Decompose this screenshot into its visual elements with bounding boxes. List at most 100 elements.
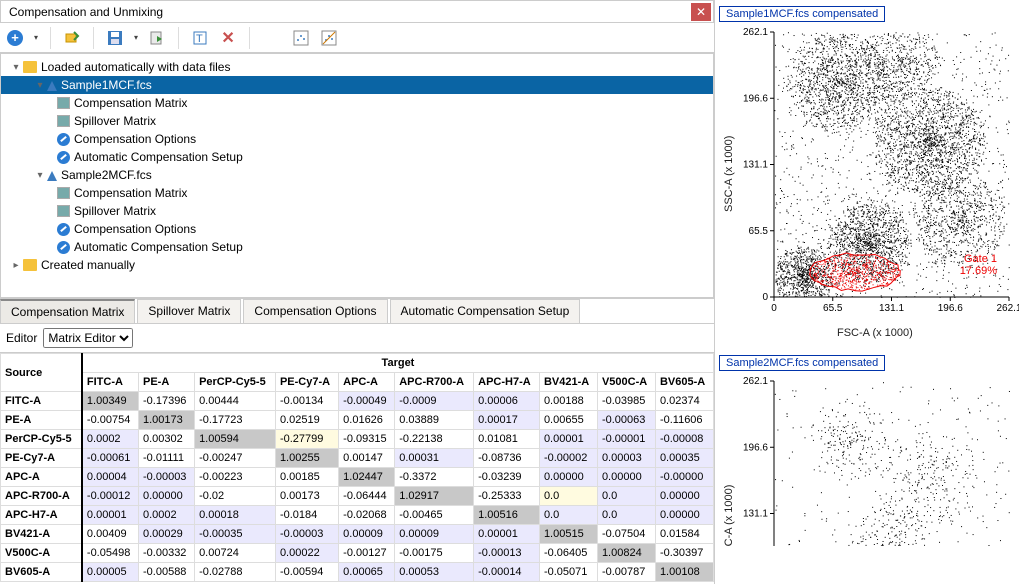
matrix-cell[interactable]: 0.00017 [474, 411, 540, 430]
matrix-cell[interactable]: 0.00065 [339, 563, 395, 582]
row-header[interactable]: BV421-A [1, 525, 82, 544]
row-header[interactable]: APC-H7-A [1, 506, 82, 525]
matrix-cell[interactable]: -0.06405 [539, 544, 597, 563]
row-header[interactable]: PE-A [1, 411, 82, 430]
matrix-cell[interactable]: 1.00824 [597, 544, 655, 563]
matrix-cell[interactable]: -0.00332 [139, 544, 195, 563]
matrix-cell[interactable]: 1.00255 [275, 449, 338, 468]
matrix-cell[interactable]: -0.00014 [474, 563, 540, 582]
matrix-cell[interactable]: 1.02917 [395, 487, 474, 506]
matrix-cell[interactable]: 0.00444 [195, 392, 276, 411]
matrix-cell[interactable]: 0.00000 [597, 468, 655, 487]
matrix-cell[interactable]: -0.09315 [339, 430, 395, 449]
matrix-cell[interactable]: 0.00000 [139, 487, 195, 506]
tree-sample2-options[interactable]: Compensation Options [1, 220, 713, 238]
col-header[interactable]: PE-A [139, 373, 195, 392]
tab-spillover-matrix[interactable]: Spillover Matrix [137, 299, 241, 323]
delete-button[interactable]: ✕ [219, 29, 237, 47]
col-header[interactable]: APC-H7-A [474, 373, 540, 392]
matrix-cell[interactable]: -0.00594 [275, 563, 338, 582]
matrix-cell[interactable]: -0.00175 [395, 544, 474, 563]
tree-sample2-spillover[interactable]: Spillover Matrix [1, 202, 713, 220]
matrix-cell[interactable]: 1.00108 [655, 563, 713, 582]
matrix-cell[interactable]: -0.02 [195, 487, 276, 506]
matrix-cell[interactable]: 0.02374 [655, 392, 713, 411]
matrix-cell[interactable]: 0.0 [539, 506, 597, 525]
tree-sample1-spillover[interactable]: Spillover Matrix [1, 112, 713, 130]
matrix-cell[interactable]: 0.0 [597, 506, 655, 525]
matrix-cell[interactable]: -0.00127 [339, 544, 395, 563]
matrix-cell[interactable]: 0.00173 [275, 487, 338, 506]
matrix-cell[interactable]: -0.03239 [474, 468, 540, 487]
matrix-cell[interactable]: 0.00001 [82, 506, 139, 525]
col-header[interactable]: APC-R700-A [395, 373, 474, 392]
matrix-cell[interactable]: -0.0009 [395, 392, 474, 411]
matrix-cell[interactable]: -0.0184 [275, 506, 338, 525]
matrix-cell[interactable]: 0.00724 [195, 544, 276, 563]
row-header[interactable]: FITC-A [1, 392, 82, 411]
matrix-cell[interactable]: -0.00134 [275, 392, 338, 411]
matrix-cell[interactable]: 0.00302 [139, 430, 195, 449]
matrix-cell[interactable]: 0.0 [597, 487, 655, 506]
row-header[interactable]: BV605-A [1, 563, 82, 582]
rename-button[interactable]: T [191, 29, 209, 47]
matrix-cell[interactable]: -0.00000 [655, 468, 713, 487]
matrix-cell[interactable]: 0.00001 [474, 525, 540, 544]
col-header[interactable]: BV421-A [539, 373, 597, 392]
matrix-cell[interactable]: 0.02519 [275, 411, 338, 430]
matrix-cell[interactable]: -0.02788 [195, 563, 276, 582]
matrix-cell[interactable]: 0.00053 [395, 563, 474, 582]
matrix-cell[interactable]: 0.0002 [82, 430, 139, 449]
matrix-cell[interactable]: 0.00009 [339, 525, 395, 544]
editor-select[interactable]: Matrix Editor [43, 328, 133, 348]
matrix-cell[interactable]: 1.00516 [474, 506, 540, 525]
save-dropdown-icon[interactable]: ▾ [134, 33, 138, 42]
row-header[interactable]: V500C-A [1, 544, 82, 563]
tree-sample1-options[interactable]: Compensation Options [1, 130, 713, 148]
matrix-cell[interactable]: -0.17396 [139, 392, 195, 411]
plot1[interactable]: 0065.565.5131.1131.1196.6196.6262.1262.1… [719, 22, 1019, 337]
matrix-cell[interactable]: 1.00173 [139, 411, 195, 430]
matrix-cell[interactable]: 0.00409 [82, 525, 139, 544]
add-button[interactable]: + [6, 29, 24, 47]
matrix-cell[interactable]: 0.0002 [139, 506, 195, 525]
close-button[interactable]: ✕ [691, 3, 711, 21]
matrix-cell[interactable]: -0.00001 [597, 430, 655, 449]
tree-sample2-compmatrix[interactable]: Compensation Matrix [1, 184, 713, 202]
tab-auto-compensation-setup[interactable]: Automatic Compensation Setup [390, 299, 581, 323]
row-header[interactable]: PerCP-Cy5-5 [1, 430, 82, 449]
matrix-cell[interactable]: -0.00002 [539, 449, 597, 468]
matrix-cell[interactable]: -0.00223 [195, 468, 276, 487]
matrix-cell[interactable]: 0.0 [539, 487, 597, 506]
matrix-cell[interactable]: -0.00061 [82, 449, 139, 468]
matrix-cell[interactable]: -0.00035 [195, 525, 276, 544]
matrix-cell[interactable]: 1.00349 [82, 392, 139, 411]
matrix-cell[interactable]: 0.00029 [139, 525, 195, 544]
matrix-cell[interactable]: 0.00035 [655, 449, 713, 468]
matrix-cell[interactable]: -0.11606 [655, 411, 713, 430]
matrix-cell[interactable]: 1.02447 [339, 468, 395, 487]
row-header[interactable]: PE-Cy7-A [1, 449, 82, 468]
tree-sample2[interactable]: Sample2MCF.fcs [1, 166, 713, 184]
matrix-cell[interactable]: -0.06444 [339, 487, 395, 506]
matrix-cell[interactable]: 0.01584 [655, 525, 713, 544]
matrix-cell[interactable]: -0.01111 [139, 449, 195, 468]
tree-sample1[interactable]: Sample1MCF.fcs [1, 76, 713, 94]
plot-tool-2-button[interactable] [320, 29, 338, 47]
matrix-cell[interactable]: -0.02068 [339, 506, 395, 525]
matrix-cell[interactable]: -0.00008 [655, 430, 713, 449]
matrix-cell[interactable]: -0.00063 [597, 411, 655, 430]
matrix-cell[interactable]: -0.30397 [655, 544, 713, 563]
matrix-cell[interactable]: -0.00012 [82, 487, 139, 506]
matrix-cell[interactable]: -0.05071 [539, 563, 597, 582]
matrix-cell[interactable]: -0.00013 [474, 544, 540, 563]
matrix-cell[interactable]: 0.00188 [539, 392, 597, 411]
tab-compensation-matrix[interactable]: Compensation Matrix [0, 299, 135, 323]
col-header[interactable]: APC-A [339, 373, 395, 392]
matrix-cell[interactable]: -0.00588 [139, 563, 195, 582]
matrix-cell[interactable]: 0.00004 [82, 468, 139, 487]
matrix-cell[interactable]: -0.07504 [597, 525, 655, 544]
matrix-cell[interactable]: -0.25333 [474, 487, 540, 506]
matrix-cell[interactable]: 0.00001 [539, 430, 597, 449]
tab-compensation-options[interactable]: Compensation Options [243, 299, 387, 323]
